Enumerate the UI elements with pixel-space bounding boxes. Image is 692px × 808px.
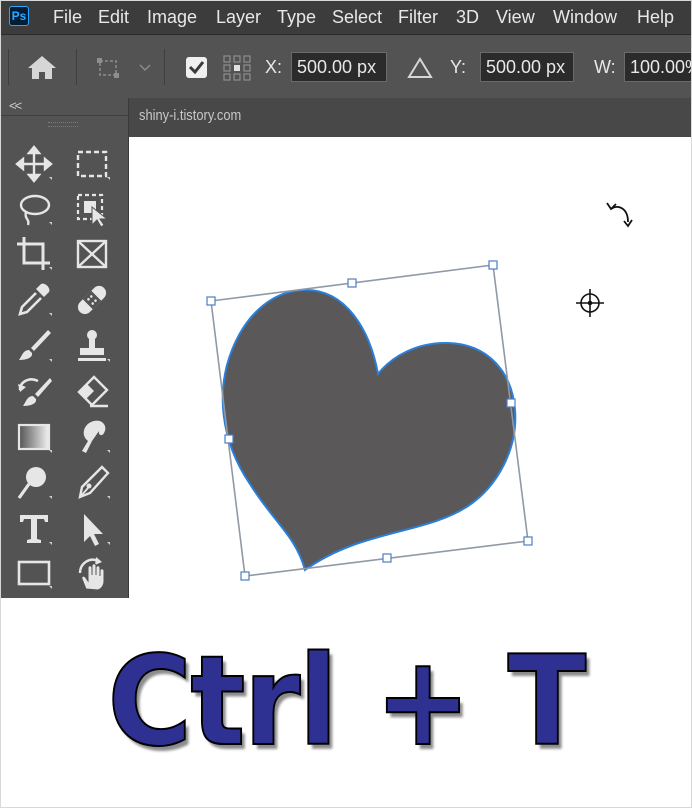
transform-handle-bottom-left[interactable] <box>240 571 250 581</box>
transform-handle-right[interactable] <box>506 398 516 408</box>
shortcut-caption: Ctrl + T <box>107 630 588 774</box>
transform-handle-left[interactable] <box>224 434 234 444</box>
transform-handle-top-right[interactable] <box>488 260 498 270</box>
reference-point-crosshair-icon[interactable] <box>576 289 604 317</box>
rotate-cursor-icon <box>606 202 633 228</box>
transform-handle-top-left[interactable] <box>206 296 216 306</box>
heart-shape[interactable] <box>221 288 517 572</box>
transform-handle-bottom[interactable] <box>382 553 392 563</box>
transform-handle-top[interactable] <box>347 278 357 288</box>
transform-handle-bottom-right[interactable] <box>523 536 533 546</box>
